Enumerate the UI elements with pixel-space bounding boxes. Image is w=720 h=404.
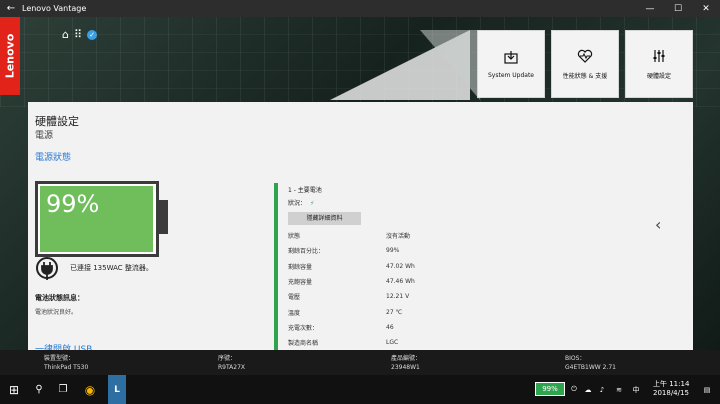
- battery-fill: 99%: [40, 186, 153, 252]
- power-status-link[interactable]: 電源狀態: [35, 150, 71, 163]
- detail-value: 12.21 V: [386, 293, 410, 301]
- device-info-value: ThinkPad T530: [44, 364, 89, 371]
- device-info-cell: 序號： R9TA27X: [218, 354, 245, 372]
- window-title: Lenovo Vantage: [22, 4, 87, 13]
- detail-key: 充電次數：: [288, 324, 319, 332]
- device-info-label: 裝置型號：: [44, 355, 75, 362]
- battery-percent: 99%: [46, 190, 100, 218]
- battery-info-text: 電池狀況良好。: [35, 309, 78, 316]
- detail-key: 電壓: [288, 294, 301, 302]
- maximize-button[interactable]: ☐: [664, 4, 692, 14]
- tile-system-update[interactable]: System Update: [477, 30, 545, 98]
- detail-key: 狀態: [288, 233, 301, 241]
- condition-label: 狀況：: [288, 200, 307, 207]
- charging-icon: ⚡: [310, 200, 315, 207]
- device-info-cell: 產品編號： 23948W1: [391, 354, 421, 372]
- detail-row: 充飽容量 47.46 Wh: [288, 274, 488, 289]
- detail-row: 製造商名稱 LGC: [288, 335, 488, 350]
- battery-gauge: 99%: [35, 181, 159, 257]
- status-icon[interactable]: ✓: [87, 29, 98, 40]
- minimize-button[interactable]: —: [636, 4, 664, 14]
- page-subtitle: 電源: [35, 131, 54, 141]
- detail-key: 剩餘容量: [288, 263, 313, 271]
- hide-details-button[interactable]: 隱藏詳細資料: [288, 212, 361, 225]
- close-button[interactable]: ✕: [692, 4, 720, 14]
- detail-value: 46: [386, 323, 394, 331]
- volume-icon[interactable]: ♪: [596, 375, 608, 404]
- device-info-label: 序號：: [218, 355, 237, 362]
- device-info-value: G4ETB1WW 2.71: [565, 364, 616, 371]
- top-icon-bar: ⌂ ⠿ ✓: [62, 28, 98, 41]
- detail-value: 99%: [386, 247, 400, 255]
- lenovo-logo: Lenovo: [0, 17, 20, 95]
- detail-row: 充電次數： 46: [288, 320, 488, 335]
- notification-icon[interactable]: ▤: [700, 375, 714, 404]
- windows-start-icon[interactable]: ⊞: [0, 375, 28, 404]
- detail-value: LGC: [386, 339, 399, 347]
- battery-cap: [159, 200, 168, 234]
- heart-pulse-icon: [577, 49, 593, 63]
- device-info-label: 產品編號：: [391, 355, 422, 362]
- detail-row: 狀態 沒有活動: [288, 228, 488, 243]
- device-info-strip: 裝置型號： ThinkPad T530 序號： R9TA27X 產品編號： 23948W1…: [0, 350, 720, 375]
- clock-date: 2018/4/15: [653, 389, 689, 397]
- main-panel: 硬體設定 電源 電源狀態 99% 已連接 135WAC 整流器。 電池狀態訊息：…: [28, 102, 693, 350]
- sliders-icon: [653, 49, 665, 62]
- device-info-cell: 裝置型號： ThinkPad T530: [44, 354, 88, 372]
- device-info-value: 23948W1: [391, 364, 420, 371]
- tile-health-support[interactable]: 性能狀態 & 支援: [551, 30, 619, 98]
- detail-value: 47.46 Wh: [386, 278, 415, 286]
- detail-value: 沒有活動: [386, 233, 411, 241]
- adapter-status: 已連接 135WAC 整流器。: [70, 264, 153, 272]
- chevron-left-icon[interactable]: ‹: [655, 215, 661, 234]
- background-shape-2: [420, 30, 480, 100]
- detail-key: 製造商名稱: [288, 340, 319, 348]
- detail-row: 電壓 12.21 V: [288, 289, 488, 304]
- chrome-icon[interactable]: ◉: [78, 375, 102, 404]
- taskbar: ⊞ ⚲ ❐ ◉ ▭ L 99% ⏻ ☁ ♪ ≋ 中 上午 11:14 2018/…: [0, 375, 720, 404]
- page-title: 硬體設定: [35, 115, 79, 128]
- back-button[interactable]: ←: [0, 3, 22, 14]
- usb-always-on-link[interactable]: 一律開啟 USB: [35, 342, 92, 350]
- task-view-icon[interactable]: ❐: [50, 375, 76, 404]
- device-info-cell: BIOS： G4ETB1WW 2.71: [565, 354, 616, 372]
- tile-hardware-settings[interactable]: 硬體設定: [625, 30, 693, 98]
- detail-key: 溫度: [288, 309, 301, 317]
- device-info-label: BIOS：: [565, 355, 586, 362]
- search-icon[interactable]: ⚲: [28, 375, 50, 404]
- detail-row: 剩餘百分比： 99%: [288, 243, 488, 258]
- detail-row: 剩餘容量 47.02 Wh: [288, 259, 488, 274]
- battery-detail-header: 1 - 主要電池: [288, 187, 322, 194]
- lenovo-vantage-taskbar-icon[interactable]: L: [108, 375, 126, 404]
- detail-key: 充飽容量: [288, 279, 313, 287]
- detail-value: 47.02 Wh: [386, 262, 415, 270]
- apps-grid-icon[interactable]: ⠿: [74, 28, 82, 41]
- power-plug-icon[interactable]: ⏻: [568, 375, 580, 404]
- clock[interactable]: 上午 11:14 2018/4/15: [653, 380, 689, 398]
- ime-indicator[interactable]: 中: [628, 375, 644, 404]
- tray-battery-indicator[interactable]: 99%: [535, 382, 565, 396]
- wifi-icon[interactable]: ≋: [612, 375, 626, 404]
- network-icon[interactable]: ☁: [582, 375, 594, 404]
- battery-detail-indicator: [274, 183, 278, 350]
- battery-info-title: 電池狀態訊息：: [35, 294, 84, 302]
- clock-time: 上午 11:14: [653, 380, 690, 388]
- detail-value: 27 ℃: [386, 308, 403, 316]
- battery-detail-table: 狀態 沒有活動剩餘百分比： 99% 剩餘容量 47.02 Wh 充飽容量 47.46 Wh 電…: [288, 228, 488, 350]
- device-info-value: R9TA27X: [218, 364, 246, 371]
- plug-icon: [36, 257, 58, 280]
- title-bar: ← Lenovo Vantage — ☐ ✕: [0, 0, 720, 17]
- detail-row: 溫度 27 ℃: [288, 304, 488, 319]
- battery-condition: 狀況： ⚡: [288, 198, 314, 207]
- update-icon: [504, 50, 518, 64]
- detail-key: 剩餘百分比：: [288, 248, 325, 256]
- home-icon[interactable]: ⌂: [62, 28, 69, 41]
